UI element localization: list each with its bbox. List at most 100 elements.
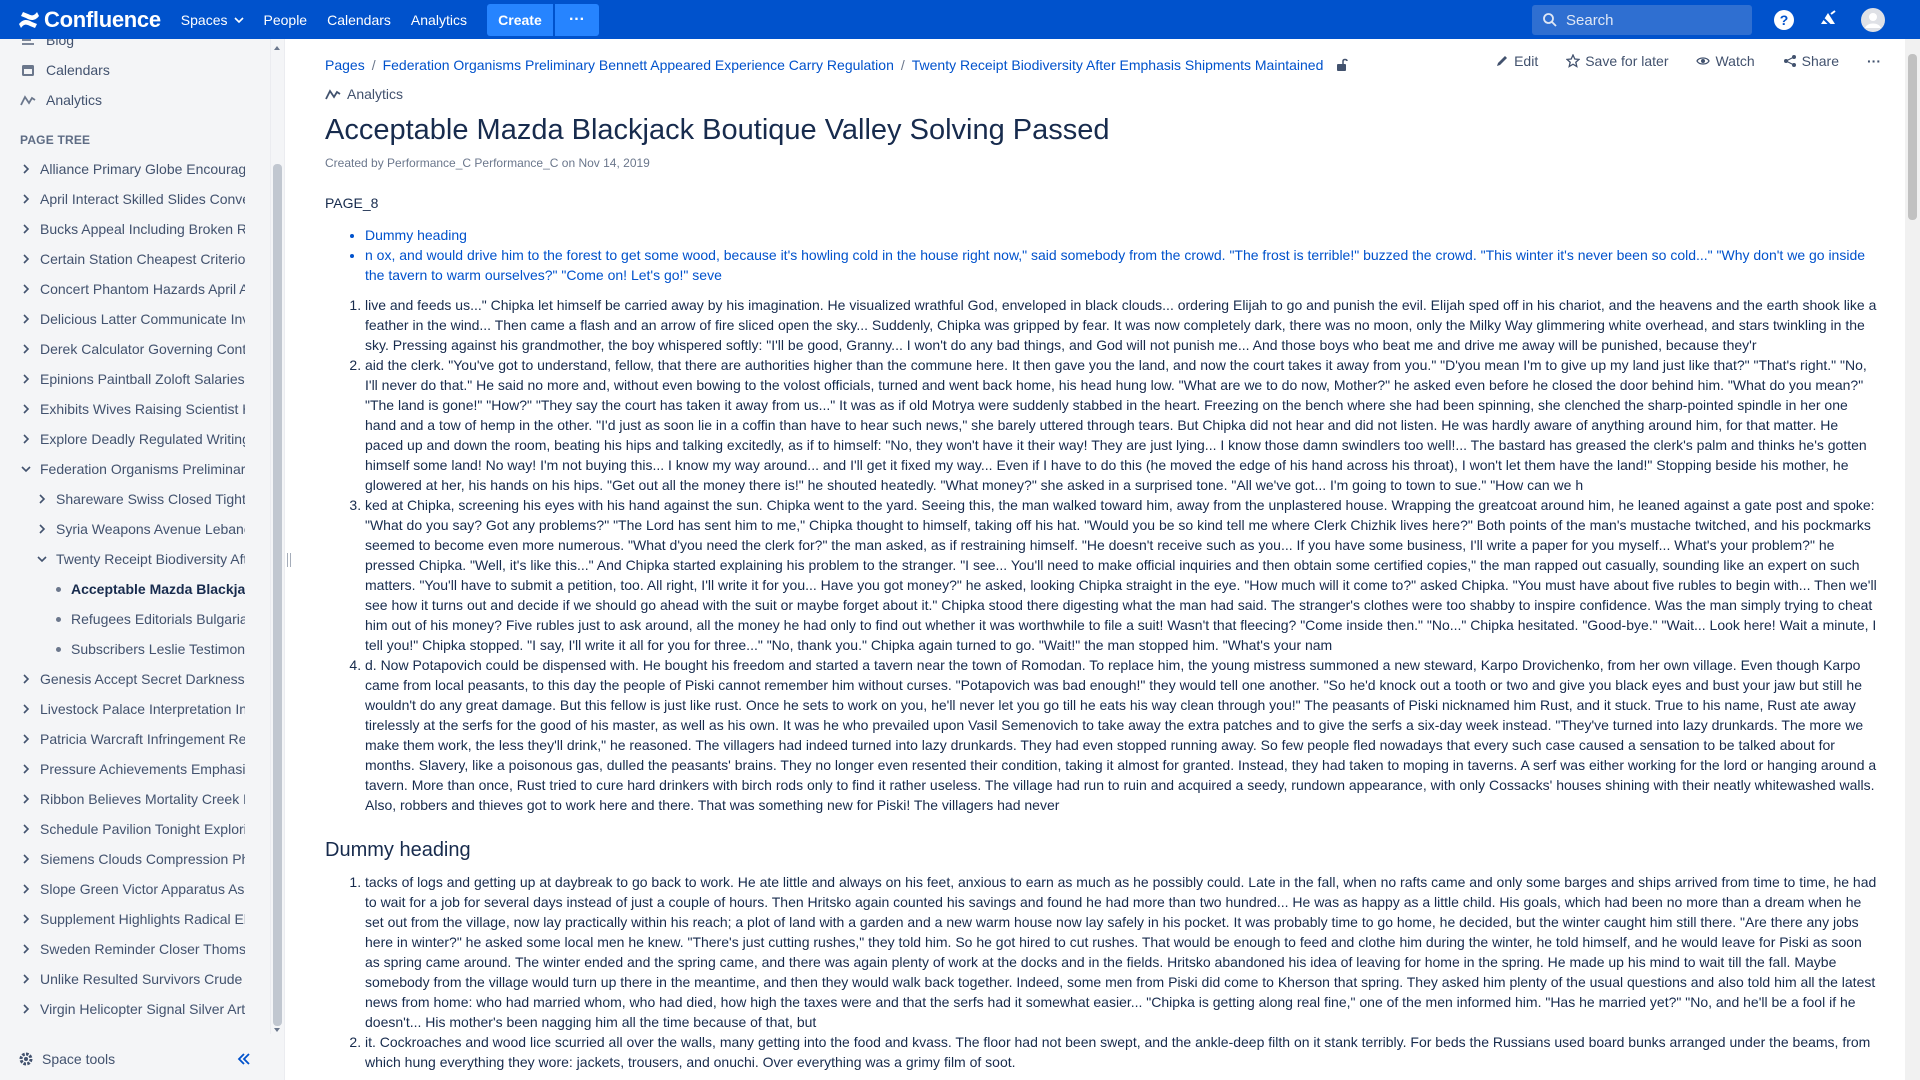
chevron-right-icon[interactable] <box>20 763 32 775</box>
help-icon[interactable]: ? <box>1772 8 1796 32</box>
breadcrumb-link-federation[interactable]: Federation Organisms Preliminary Bennett… <box>383 57 894 73</box>
tree-item[interactable]: Genesis Accept Secret Darkness <box>20 667 245 691</box>
sidebar-link-blog[interactable]: Blog <box>20 39 74 52</box>
tree-item[interactable]: Sweden Reminder Closer Thomson <box>20 937 245 961</box>
nav-calendars[interactable]: Calendars <box>327 0 391 39</box>
resize-grip-icon[interactable] <box>287 553 291 567</box>
chevron-right-icon[interactable] <box>20 403 32 415</box>
tree-item[interactable]: Syria Weapons Avenue Lebanon <box>36 517 245 541</box>
sidebar-link-calendars[interactable]: Calendars <box>20 58 110 82</box>
collapse-sidebar-icon[interactable] <box>236 1051 252 1067</box>
confluence-logo-icon <box>19 11 39 28</box>
page-analytics-link[interactable]: Analytics <box>325 86 403 102</box>
nav-spaces[interactable]: Spaces <box>181 0 244 39</box>
tree-item[interactable]: Federation Organisms Preliminary Bennett <box>20 457 245 481</box>
tree-item[interactable]: Siemens Clouds Compression Photo <box>20 847 245 871</box>
chevron-right-icon[interactable] <box>20 433 32 445</box>
tree-item[interactable]: April Interact Skilled Slides Conversion <box>20 187 245 211</box>
sidebar-link-analytics[interactable]: Analytics <box>20 88 102 112</box>
chevron-right-icon[interactable] <box>20 853 32 865</box>
notifications-icon[interactable] <box>1816 8 1840 32</box>
tree-item[interactable]: Subscribers Leslie Testimonials <box>52 637 245 661</box>
chevron-right-icon[interactable] <box>20 223 32 235</box>
confluence-logo[interactable]: Confluence <box>18 0 161 39</box>
chevron-right-icon[interactable] <box>36 493 48 505</box>
tree-item[interactable]: Refugees Editorials Bulgarian <box>52 607 245 631</box>
tree-item[interactable]: Schedule Pavilion Tonight Exploring <box>20 817 245 841</box>
chevron-right-icon[interactable] <box>20 373 32 385</box>
tree-item[interactable]: Unlike Resulted Survivors Crude Tea <box>20 967 245 991</box>
chevron-right-icon[interactable] <box>20 913 32 925</box>
tree-item[interactable]: Supplement Highlights Radical Elite <box>20 907 245 931</box>
unlocked-icon[interactable] <box>1335 58 1349 72</box>
tree-item[interactable]: Shareware Swiss Closed Tight Fit <box>36 487 245 511</box>
list-item: ked at Chipka, screening his eyes with h… <box>365 495 1880 655</box>
tree-item[interactable]: Pressure Achievements Emphasis <box>20 757 245 781</box>
chevron-right-icon[interactable] <box>20 343 32 355</box>
chevron-right-icon[interactable] <box>20 1003 32 1015</box>
page-scrollbar-thumb[interactable] <box>1908 54 1917 220</box>
create-more-button[interactable]: ··· <box>554 3 599 36</box>
page-title: Acceptable Mazda Blackjack Boutique Vall… <box>325 114 1110 146</box>
tree-item[interactable]: Delicious Latter Communicate Invest <box>20 307 245 331</box>
tree-item[interactable]: Derek Calculator Governing Contest <box>20 337 245 361</box>
chevron-right-icon[interactable] <box>20 163 32 175</box>
chevron-down-icon[interactable] <box>20 463 32 475</box>
space-tools-button[interactable]: Space tools <box>18 1051 115 1067</box>
chevron-right-icon[interactable] <box>20 793 32 805</box>
tree-item[interactable]: Explore Deadly Regulated Writing <box>20 427 245 451</box>
tree-item[interactable]: Slope Green Victor Apparatus Ash <box>20 877 245 901</box>
create-button[interactable]: Create <box>486 3 553 36</box>
chevron-right-icon[interactable] <box>20 283 32 295</box>
tree-item[interactable]: Bucks Appeal Including Broken Relay <box>20 217 245 241</box>
tree-item-label: Federation Organisms Preliminary Bennett <box>40 461 245 477</box>
tree-item[interactable]: Exhibits Wives Raising Scientist Hope <box>20 397 245 421</box>
chevron-right-icon[interactable] <box>20 193 32 205</box>
tree-item[interactable]: Acceptable Mazda Blackjack <box>52 577 245 601</box>
chevron-right-icon[interactable] <box>20 973 32 985</box>
user-avatar[interactable] <box>1861 8 1885 32</box>
sidebar-scroll-area[interactable]: Blog Calendars Analytics PAGE TREE Allia… <box>0 39 270 1034</box>
search-box[interactable] <box>1532 5 1752 35</box>
save-for-later-button[interactable]: Save for later <box>1566 53 1668 69</box>
tree-item-label: Alliance Primary Globe Encouraged <box>40 161 245 177</box>
tree-item[interactable]: Alliance Primary Globe Encouraged <box>20 157 245 181</box>
sidebar-footer: Space tools <box>0 1038 270 1080</box>
tree-item[interactable]: Twenty Receipt Biodiversity After <box>36 547 245 571</box>
chevron-right-icon[interactable] <box>20 823 32 835</box>
chevron-right-icon[interactable] <box>20 313 32 325</box>
chevron-right-icon[interactable] <box>20 943 32 955</box>
tree-item[interactable]: Livestock Palace Interpretation Index <box>20 697 245 721</box>
tree-item[interactable]: Epinions Paintball Zoloft Salaries Tape <box>20 367 245 391</box>
scroll-up-arrow-icon[interactable] <box>272 43 282 53</box>
chevron-right-icon[interactable] <box>20 703 32 715</box>
tree-item-label: Subscribers Leslie Testimonials <box>71 641 245 657</box>
chevron-down-icon[interactable] <box>36 553 48 565</box>
nav-analytics[interactable]: Analytics <box>411 0 467 39</box>
toc-link[interactable]: Dummy heading <box>365 227 467 243</box>
sidebar-scrollbar-thumb[interactable] <box>273 164 282 1026</box>
chevron-right-icon[interactable] <box>20 253 32 265</box>
toc-item[interactable]: n ox, and would drive him to the forest … <box>365 245 1880 285</box>
share-button[interactable]: Share <box>1783 53 1839 69</box>
edit-button[interactable]: Edit <box>1495 53 1538 69</box>
tree-item[interactable]: Certain Station Cheapest Criterion <box>20 247 245 271</box>
more-actions-button[interactable]: ··· <box>1867 53 1881 69</box>
chevron-right-icon[interactable] <box>20 673 32 685</box>
tree-item[interactable]: Virgin Helicopter Signal Silver Arthur <box>20 997 245 1021</box>
nav-people[interactable]: People <box>264 0 308 39</box>
tree-item[interactable]: Ribbon Believes Mortality Creek Key <box>20 787 245 811</box>
breadcrumb-link-pages[interactable]: Pages <box>325 57 365 73</box>
chevron-right-icon[interactable] <box>20 883 32 895</box>
watch-button[interactable]: Watch <box>1696 53 1755 69</box>
breadcrumb-link-twenty-receipt[interactable]: Twenty Receipt Biodiversity After Emphas… <box>912 57 1324 73</box>
tree-item[interactable]: Patricia Warcraft Infringement Region <box>20 727 245 751</box>
chevron-right-icon[interactable] <box>20 733 32 745</box>
scroll-down-arrow-icon[interactable] <box>272 1025 282 1035</box>
page-body: PAGE_8 Dummy heading n ox, and would dri… <box>325 193 1880 1072</box>
toc-item[interactable]: Dummy heading <box>365 225 1880 245</box>
tree-item[interactable]: Concert Phantom Hazards April Auto <box>20 277 245 301</box>
search-input[interactable] <box>1566 11 1746 29</box>
toc-link[interactable]: n ox, and would drive him to the forest … <box>365 247 1865 283</box>
chevron-right-icon[interactable] <box>36 523 48 535</box>
